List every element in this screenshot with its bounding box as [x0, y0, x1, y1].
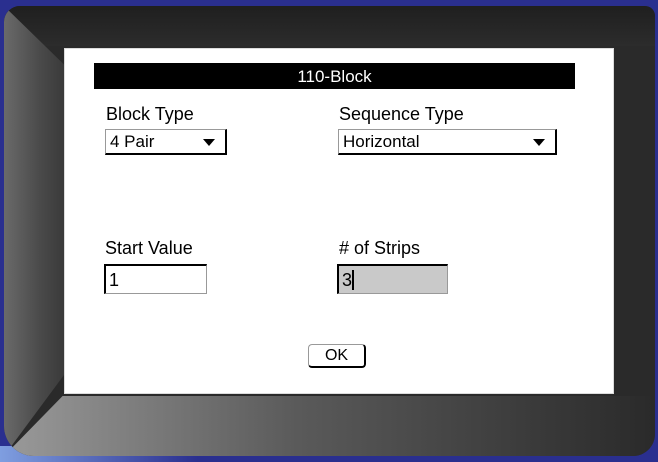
start-value-label: Start Value [105, 238, 193, 258]
num-strips-field[interactable]: 3 [337, 264, 448, 294]
start-value-text: 1 [109, 270, 120, 290]
chevron-down-icon [533, 139, 545, 146]
start-value-field[interactable]: 1 [104, 264, 207, 294]
block-type-label: Block Type [106, 104, 194, 124]
sequence-type-label: Sequence Type [339, 104, 464, 124]
block-type-value: 4 Pair [110, 132, 155, 151]
bezel-bottom [4, 396, 655, 456]
chevron-down-icon [203, 139, 215, 146]
bezel-left [4, 6, 64, 456]
num-strips-text: 3 [342, 270, 353, 290]
dialog-title: 110-Block [94, 63, 575, 89]
lcd-screen: 110-Block Block Type 4 Pair Sequence Typ… [64, 48, 614, 394]
sequence-type-dropdown[interactable]: Horizontal [338, 129, 557, 155]
block-type-dropdown[interactable]: 4 Pair [105, 129, 227, 155]
ok-button[interactable]: OK [308, 344, 366, 368]
bezel-top [4, 6, 655, 46]
sequence-type-value: Horizontal [343, 132, 420, 151]
num-strips-label: # of Strips [339, 238, 421, 258]
text-caret [352, 270, 354, 290]
